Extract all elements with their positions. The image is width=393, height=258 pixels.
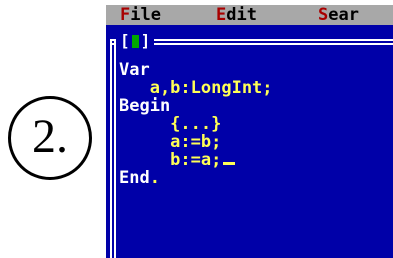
close-box-right-bracket: ] <box>140 31 151 50</box>
menu-search[interactable]: Sear <box>318 5 359 25</box>
code-line-text: b:=a; <box>119 150 222 170</box>
menu-search-label: ear <box>328 5 359 25</box>
menu-file-hotkey: F <box>120 5 131 25</box>
menu-search-hotkey: S <box>318 5 329 25</box>
close-box-left-bracket: [ <box>120 31 130 50</box>
pascal-ide-window: File Edit Sear [ ] Var a,b:LongInt; Begin… <box>106 5 393 258</box>
code-line-with-cursor: b:=a; <box>119 151 273 169</box>
menu-file-label: ile <box>130 5 161 25</box>
window-frame-left-inner <box>114 39 116 258</box>
window-frame-left-outer <box>110 39 112 258</box>
code-line: a,b:LongInt; <box>119 78 273 98</box>
menu-edit[interactable]: Edit <box>216 5 257 25</box>
editor-area[interactable]: [ ] Var a,b:LongInt; Begin {...} a:=b; b:… <box>106 25 393 258</box>
code-line-end: End. <box>119 169 273 187</box>
menu-edit-hotkey: E <box>216 5 227 25</box>
menu-file[interactable]: File <box>120 5 161 25</box>
code-line: {...} <box>119 114 222 134</box>
end-keyword: End <box>119 168 150 188</box>
end-dot: . <box>149 168 160 188</box>
text-cursor <box>223 162 236 165</box>
source-code[interactable]: Var a,b:LongInt; Begin {...} a:=b; b:=a; E… <box>119 61 273 187</box>
code-line: a:=b; <box>119 132 222 152</box>
code-line: Begin <box>119 96 171 116</box>
code-line: Var <box>119 60 150 80</box>
step-number-badge: 2. <box>8 96 92 180</box>
window-close-box[interactable]: [ ] <box>116 31 155 50</box>
step-number-text: 2. <box>32 110 68 163</box>
close-icon <box>131 34 139 48</box>
menu-bar: File Edit Sear <box>106 5 393 25</box>
menu-edit-label: dit <box>226 5 257 25</box>
